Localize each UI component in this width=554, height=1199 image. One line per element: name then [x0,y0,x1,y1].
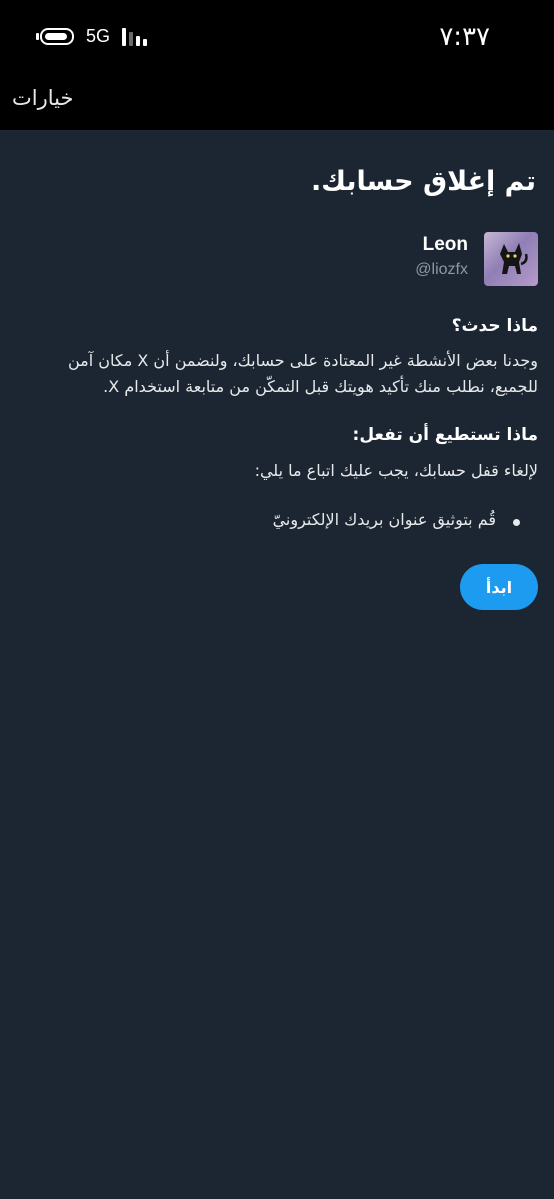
cat-avatar-icon [500,243,528,274]
user-row: Leon @liozfx [338,232,538,288]
what-happened-text: وجدنا بعض الأنشطة غير المعتادة على حسابك… [67,351,538,396]
screen: 5G ٧:٣٧ خيارات تم إغلاق حسابك. Leon @lio… [0,0,554,1199]
network-type: 5G [86,26,111,46]
what-to-do-heading: ماذا تستطيع أن تفعل: [352,425,538,445]
avatar [484,232,538,286]
app-bar: خيارات [0,74,554,130]
battery-icon [40,28,74,45]
bullet-icon [513,519,520,526]
signal-icon [122,28,152,46]
battery-cap [36,33,39,40]
what-happened-heading: ماذا حدث؟ [451,316,538,336]
clock: ٧:٣٧ [439,22,490,52]
user-handle: @liozfx [415,261,468,278]
user-name: Leon [422,234,468,255]
start-button[interactable]: ابدأ [460,564,538,610]
options-button[interactable]: خيارات [12,86,73,110]
status-bar: 5G ٧:٣٧ [0,0,554,74]
step-verify-email: قُم بتوثيق عنوان بريدك الإلكترونيّ [272,510,496,529]
page-title: تم إغلاق حسابك. [310,166,536,197]
what-to-do-text: لإلغاء قفل حسابك، يجب عليك اتباع ما يلي: [254,461,538,480]
